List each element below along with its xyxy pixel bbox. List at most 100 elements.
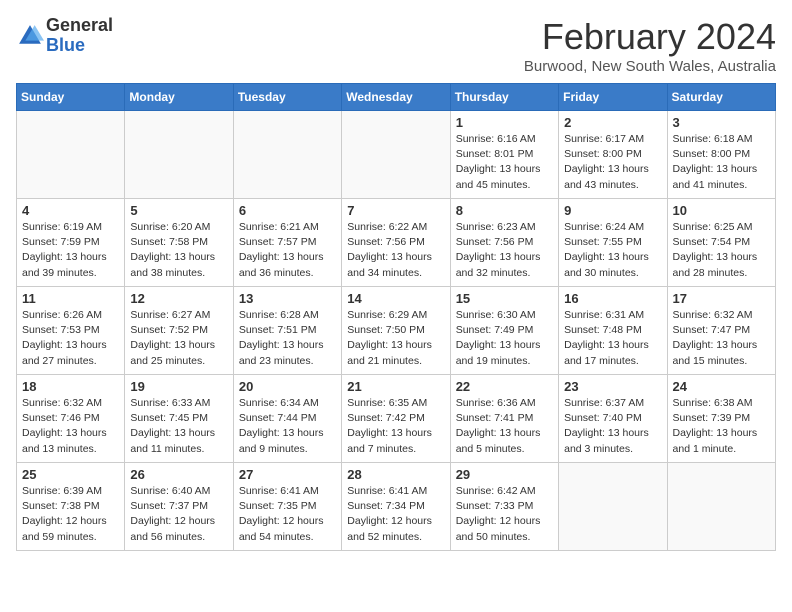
title-block: February 2024 Burwood, New South Wales, … [524,16,776,75]
calendar-table: SundayMondayTuesdayWednesdayThursdayFrid… [16,83,776,551]
day-number: 12 [130,291,227,306]
calendar-cell: 6 Sunrise: 6:21 AM Sunset: 7:57 PM Daylig… [233,199,341,287]
calendar-cell [342,111,450,199]
day-number: 5 [130,203,227,218]
day-info: Sunrise: 6:31 AM Sunset: 7:48 PM Dayligh… [564,308,661,369]
day-info: Sunrise: 6:17 AM Sunset: 8:00 PM Dayligh… [564,132,661,193]
weekday-header-sunday: Sunday [17,84,125,111]
day-info: Sunrise: 6:42 AM Sunset: 7:33 PM Dayligh… [456,484,553,545]
day-info: Sunrise: 6:22 AM Sunset: 7:56 PM Dayligh… [347,220,444,281]
day-number: 1 [456,115,553,130]
calendar-cell: 4 Sunrise: 6:19 AM Sunset: 7:59 PM Daylig… [17,199,125,287]
day-number: 19 [130,379,227,394]
calendar-cell [559,463,667,551]
day-info: Sunrise: 6:32 AM Sunset: 7:47 PM Dayligh… [673,308,770,369]
day-info: Sunrise: 6:38 AM Sunset: 7:39 PM Dayligh… [673,396,770,457]
calendar-cell [233,111,341,199]
day-info: Sunrise: 6:36 AM Sunset: 7:41 PM Dayligh… [456,396,553,457]
location-subtitle: Burwood, New South Wales, Australia [524,58,776,75]
day-info: Sunrise: 6:21 AM Sunset: 7:57 PM Dayligh… [239,220,336,281]
day-info: Sunrise: 6:41 AM Sunset: 7:35 PM Dayligh… [239,484,336,545]
day-number: 22 [456,379,553,394]
weekday-header-wednesday: Wednesday [342,84,450,111]
day-number: 11 [22,291,119,306]
day-info: Sunrise: 6:16 AM Sunset: 8:01 PM Dayligh… [456,132,553,193]
day-number: 13 [239,291,336,306]
day-info: Sunrise: 6:27 AM Sunset: 7:52 PM Dayligh… [130,308,227,369]
day-info: Sunrise: 6:20 AM Sunset: 7:58 PM Dayligh… [130,220,227,281]
calendar-cell: 17 Sunrise: 6:32 AM Sunset: 7:47 PM Dayli… [667,287,775,375]
calendar-cell [667,463,775,551]
weekday-header-tuesday: Tuesday [233,84,341,111]
day-number: 10 [673,203,770,218]
day-number: 21 [347,379,444,394]
day-info: Sunrise: 6:23 AM Sunset: 7:56 PM Dayligh… [456,220,553,281]
weekday-header-saturday: Saturday [667,84,775,111]
day-info: Sunrise: 6:25 AM Sunset: 7:54 PM Dayligh… [673,220,770,281]
calendar-cell: 8 Sunrise: 6:23 AM Sunset: 7:56 PM Daylig… [450,199,558,287]
calendar-cell: 24 Sunrise: 6:38 AM Sunset: 7:39 PM Dayli… [667,375,775,463]
main-title: February 2024 [524,16,776,58]
day-info: Sunrise: 6:40 AM Sunset: 7:37 PM Dayligh… [130,484,227,545]
day-number: 18 [22,379,119,394]
calendar-cell: 15Sunrise: 6:30 AM Sunset: 7:49 PM Dayli… [450,287,558,375]
day-number: 24 [673,379,770,394]
day-number: 27 [239,467,336,482]
day-number: 25 [22,467,119,482]
day-info: Sunrise: 6:35 AM Sunset: 7:42 PM Dayligh… [347,396,444,457]
weekday-header-friday: Friday [559,84,667,111]
calendar-cell: 12 Sunrise: 6:27 AM Sunset: 7:52 PM Dayli… [125,287,233,375]
calendar-cell: 10 Sunrise: 6:25 AM Sunset: 7:54 PM Dayli… [667,199,775,287]
day-number: 28 [347,467,444,482]
day-number: 2 [564,115,661,130]
day-info: Sunrise: 6:28 AM Sunset: 7:51 PM Dayligh… [239,308,336,369]
calendar-cell: 29 Sunrise: 6:42 AM Sunset: 7:33 PM Dayli… [450,463,558,551]
day-number: 14 [347,291,444,306]
day-info: Sunrise: 6:24 AM Sunset: 7:55 PM Dayligh… [564,220,661,281]
day-number: 6 [239,203,336,218]
calendar-cell: 2 Sunrise: 6:17 AM Sunset: 8:00 PM Daylig… [559,111,667,199]
day-number: 3 [673,115,770,130]
day-info: Sunrise: 6:32 AM Sunset: 7:46 PM Dayligh… [22,396,119,457]
day-number: 23 [564,379,661,394]
day-info: Sunrise: 6:29 AM Sunset: 7:50 PM Dayligh… [347,308,444,369]
calendar-cell: 28 Sunrise: 6:41 AM Sunset: 7:34 PM Dayli… [342,463,450,551]
day-info: Sunrise: 6:26 AM Sunset: 7:53 PM Dayligh… [22,308,119,369]
day-number: 17 [673,291,770,306]
calendar-cell: 5 Sunrise: 6:20 AM Sunset: 7:58 PM Daylig… [125,199,233,287]
calendar-cell: 18 Sunrise: 6:32 AM Sunset: 7:46 PM Dayli… [17,375,125,463]
calendar-cell: 11 Sunrise: 6:26 AM Sunset: 7:53 PM Dayli… [17,287,125,375]
calendar-cell: 13 Sunrise: 6:28 AM Sunset: 7:51 PM Dayli… [233,287,341,375]
day-info: Sunrise: 6:18 AM Sunset: 8:00 PM Dayligh… [673,132,770,193]
logo-blue-text: Blue [46,35,85,55]
header: General Blue February 2024 Burwood, New … [16,16,776,75]
day-number: 29 [456,467,553,482]
day-number: 20 [239,379,336,394]
day-number: 7 [347,203,444,218]
logo-general-text: General [46,15,113,35]
calendar-cell: 14 Sunrise: 6:29 AM Sunset: 7:50 PM Dayli… [342,287,450,375]
logo: General Blue [16,16,113,56]
day-number: 8 [456,203,553,218]
calendar-cell: 7 Sunrise: 6:22 AM Sunset: 7:56 PM Daylig… [342,199,450,287]
day-number: 26 [130,467,227,482]
day-info: Sunrise: 6:41 AM Sunset: 7:34 PM Dayligh… [347,484,444,545]
calendar-cell [125,111,233,199]
day-number: 16 [564,291,661,306]
calendar-cell: 22 Sunrise: 6:36 AM Sunset: 7:41 PM Dayli… [450,375,558,463]
day-info: Sunrise: 6:19 AM Sunset: 7:59 PM Dayligh… [22,220,119,281]
calendar-cell: 16 Sunrise: 6:31 AM Sunset: 7:48 PM Dayli… [559,287,667,375]
logo-icon [16,22,44,50]
calendar-cell: 26 Sunrise: 6:40 AM Sunset: 7:37 PM Dayli… [125,463,233,551]
day-number: 4 [22,203,119,218]
calendar-cell: 3 Sunrise: 6:18 AM Sunset: 8:00 PM Daylig… [667,111,775,199]
day-info: Sunrise: 6:30 AM Sunset: 7:49 PM Dayligh… [456,308,553,369]
weekday-header-thursday: Thursday [450,84,558,111]
weekday-header-monday: Monday [125,84,233,111]
day-number: 9 [564,203,661,218]
calendar-cell: 9 Sunrise: 6:24 AM Sunset: 7:55 PM Daylig… [559,199,667,287]
calendar-cell: 25 Sunrise: 6:39 AM Sunset: 7:38 PM Dayli… [17,463,125,551]
calendar-cell: 19Sunrise: 6:33 AM Sunset: 7:45 PM Dayli… [125,375,233,463]
calendar-cell: 23Sunrise: 6:37 AM Sunset: 7:40 PM Dayli… [559,375,667,463]
day-info: Sunrise: 6:39 AM Sunset: 7:38 PM Dayligh… [22,484,119,545]
